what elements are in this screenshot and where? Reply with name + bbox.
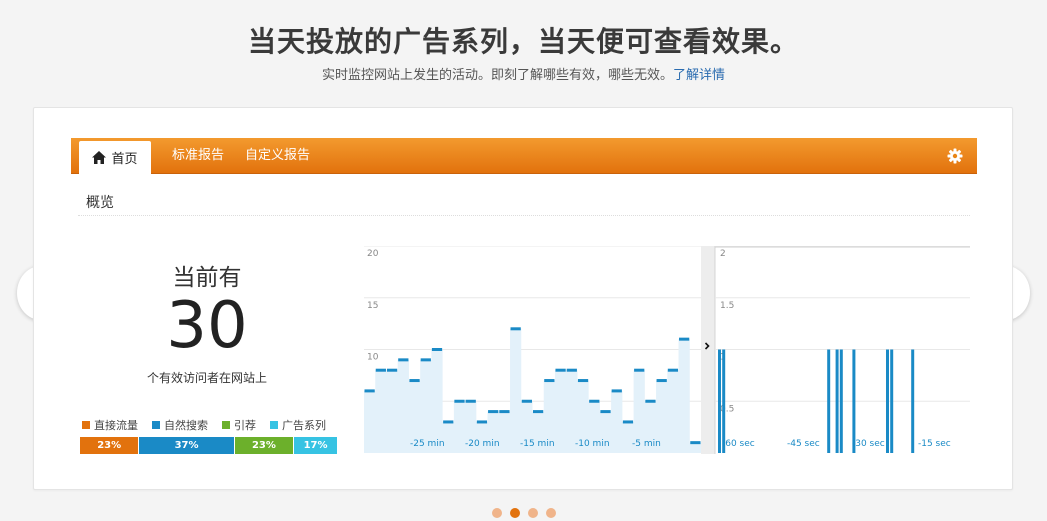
area-step-mark bbox=[499, 410, 510, 414]
area-step-mark bbox=[510, 327, 521, 331]
area-step-mark bbox=[600, 410, 611, 414]
x-tick-label: -5 min bbox=[632, 439, 661, 449]
carousel-dot[interactable] bbox=[545, 508, 556, 518]
area-step-mark bbox=[679, 337, 690, 341]
area-step-mark bbox=[544, 379, 555, 383]
legend-item: 引荐 bbox=[222, 417, 256, 433]
bar bbox=[839, 349, 843, 453]
tab-custom-reports[interactable]: 自定义报告 bbox=[245, 138, 310, 174]
chart-divider bbox=[701, 246, 715, 454]
area-step-mark bbox=[521, 399, 532, 403]
legend-swatch bbox=[82, 421, 90, 429]
gear-icon[interactable] bbox=[947, 148, 963, 164]
legend-item: 广告系列 bbox=[270, 417, 326, 433]
y-tick-label: 20 bbox=[367, 249, 379, 259]
hero-title: 当天投放的广告系列，当天便可查看效果。 bbox=[247, 25, 799, 58]
area-step-mark bbox=[634, 368, 645, 372]
carousel-dots bbox=[0, 508, 1047, 518]
x-tick-label: -15 sec bbox=[918, 439, 951, 449]
overview-title: 概览 bbox=[86, 195, 114, 211]
traffic-share-bar: 23% 37% 23% 17% bbox=[80, 437, 338, 454]
area-step-mark bbox=[622, 420, 634, 424]
legend-label: 直接流量 bbox=[94, 419, 138, 432]
legend-label: 自然搜索 bbox=[164, 419, 208, 432]
traffic-share-segment: 17% bbox=[294, 437, 338, 454]
hero-subtitle-text: 实时监控网站上发生的活动。即刻了解哪些有效，哪些无效。 bbox=[321, 68, 673, 83]
x-tick-label: -20 min bbox=[465, 439, 500, 449]
x-tick-label: -10 min bbox=[575, 439, 610, 449]
bar bbox=[911, 349, 915, 453]
bar bbox=[886, 349, 889, 453]
area-step-mark bbox=[690, 441, 701, 445]
area-step-mark bbox=[645, 399, 656, 403]
legend-label: 广告系列 bbox=[282, 419, 326, 432]
legend-label: 引荐 bbox=[234, 419, 256, 432]
report-nav-bar: 首页 标准报告 自定义报告 bbox=[71, 138, 977, 174]
traffic-legend: 直接流量 自然搜索 引荐 广告系列 bbox=[82, 417, 326, 433]
area-step-mark bbox=[611, 389, 622, 393]
active-visitor-count: 30 bbox=[166, 289, 248, 363]
area-step-mark bbox=[476, 420, 488, 424]
realtime-charts-svg: 5101520-25 min-20 min-15 min-10 min-5 mi… bbox=[364, 245, 970, 454]
realtime-charts: 5101520-25 min-20 min-15 min-10 min-5 mi… bbox=[364, 245, 971, 454]
area-step-mark bbox=[566, 368, 577, 372]
learn-more-link[interactable]: 了解详情 bbox=[673, 68, 725, 83]
x-tick-label: -15 min bbox=[520, 439, 555, 449]
carousel-dot[interactable] bbox=[527, 508, 538, 518]
y-tick-label: 1.5 bbox=[720, 301, 734, 311]
legend-item: 直接流量 bbox=[82, 417, 138, 433]
dashboard-preview: 首页 标准报告 自定义报告 概览 当前有 30 个有效访问者在网站上 直接流量 … bbox=[33, 107, 1013, 490]
x-tick-label: -60 sec bbox=[722, 439, 755, 449]
carousel-dot[interactable] bbox=[491, 508, 502, 518]
area-step-mark bbox=[577, 379, 589, 383]
tab-home-label: 首页 bbox=[111, 152, 138, 167]
area-step-mark bbox=[667, 368, 679, 372]
overview-divider bbox=[78, 215, 970, 216]
legend-swatch bbox=[152, 421, 160, 429]
bar bbox=[852, 349, 856, 453]
area-step-mark bbox=[364, 389, 375, 393]
traffic-share-segment: 23% bbox=[80, 437, 140, 454]
hero-subtitle: 实时监控网站上发生的活动。即刻了解哪些有效，哪些无效。了解详情 bbox=[0, 64, 1047, 83]
traffic-share-segment: 37% bbox=[139, 437, 235, 454]
tab-home[interactable]: 首页 bbox=[79, 141, 151, 174]
x-tick-label: -45 sec bbox=[787, 439, 820, 449]
bar bbox=[890, 349, 894, 453]
x-tick-label: -25 min bbox=[410, 439, 445, 449]
active-now-label: 当前有 bbox=[172, 265, 242, 291]
area-step-mark bbox=[656, 379, 667, 383]
tab-standard-reports[interactable]: 标准报告 bbox=[172, 138, 224, 174]
area-step-mark bbox=[420, 358, 431, 362]
bar bbox=[827, 349, 831, 453]
area-step-mark bbox=[386, 368, 398, 372]
traffic-share-segment: 23% bbox=[234, 437, 295, 454]
area-step-mark bbox=[533, 410, 544, 414]
area-step-mark bbox=[454, 399, 465, 403]
legend-item: 自然搜索 bbox=[152, 417, 208, 433]
area-step-mark bbox=[555, 368, 566, 372]
home-icon bbox=[92, 151, 107, 164]
bar bbox=[835, 349, 839, 453]
bar bbox=[722, 349, 726, 453]
area-step-mark bbox=[398, 358, 409, 362]
y-tick-label: 10 bbox=[367, 353, 379, 363]
area-step-mark bbox=[589, 399, 600, 403]
area-step-mark bbox=[488, 410, 499, 414]
area-fill bbox=[364, 328, 701, 453]
area-step-mark bbox=[465, 399, 476, 403]
legend-swatch bbox=[222, 421, 230, 429]
x-tick-label: -30 sec bbox=[852, 439, 885, 449]
area-step-mark bbox=[443, 420, 454, 424]
legend-swatch bbox=[270, 421, 278, 429]
y-tick-label: 2 bbox=[720, 249, 726, 259]
carousel-dot[interactable] bbox=[509, 508, 520, 518]
area-step-mark bbox=[409, 379, 420, 383]
bar bbox=[718, 349, 721, 453]
y-tick-label: 0.5 bbox=[720, 404, 734, 414]
area-step-mark bbox=[431, 348, 443, 351]
y-tick-label: 15 bbox=[367, 301, 378, 311]
area-step-mark bbox=[375, 368, 386, 372]
active-visitor-caption: 个有效访问者在网站上 bbox=[146, 371, 267, 385]
